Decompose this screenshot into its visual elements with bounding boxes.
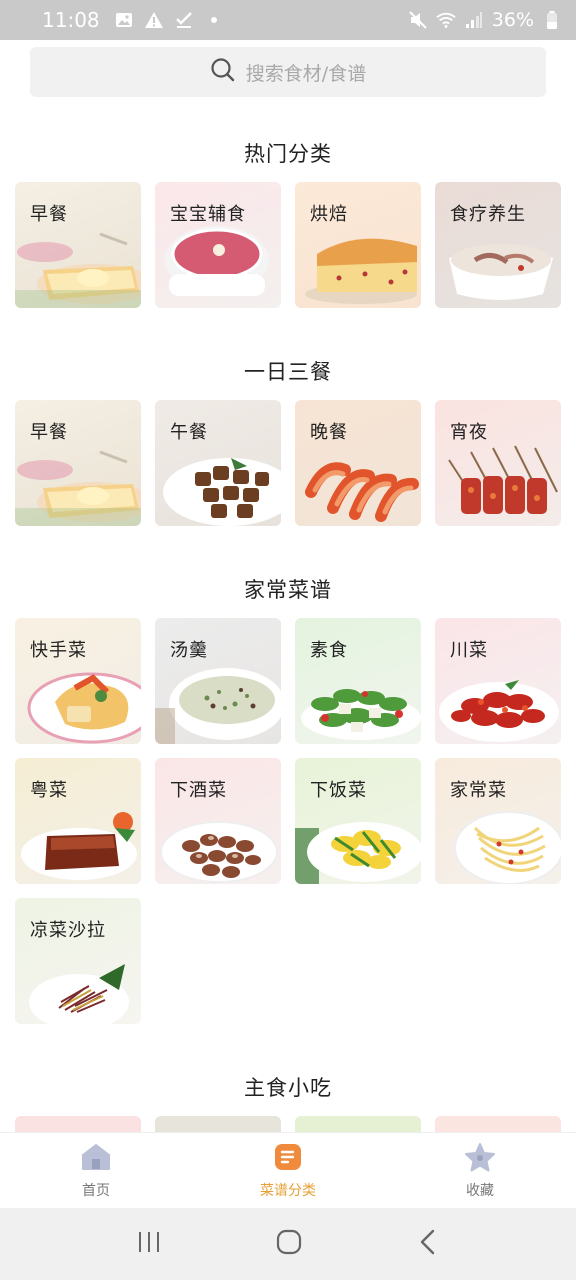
category-label: 下酒菜: [170, 780, 227, 801]
category-label: 粤菜: [30, 780, 68, 801]
search-icon: [210, 57, 236, 88]
section-title-three-meals: 一日三餐: [244, 360, 332, 384]
category-label: 午餐: [170, 422, 208, 443]
nav-favorites-label: 收藏: [466, 1182, 494, 1199]
search-placeholder: 搜索食材/食谱: [245, 62, 367, 85]
back-button[interactable]: [416, 1228, 440, 1260]
gallery-icon: [114, 10, 134, 30]
nav-recipes-label: 菜谱分类: [260, 1182, 316, 1199]
section-title-home-recipes: 家常菜谱: [244, 578, 332, 602]
category-tile-sichuan[interactable]: 川菜: [435, 618, 561, 744]
warning-icon: [144, 10, 164, 30]
home-button[interactable]: [275, 1228, 303, 1260]
category-tile-quick-dish[interactable]: 快手菜: [15, 618, 141, 744]
nav-recipes[interactable]: 菜谱分类: [192, 1133, 384, 1208]
battery-icon: [542, 10, 562, 30]
recent-apps-button[interactable]: [136, 1229, 162, 1259]
category-tile-vegetarian[interactable]: 素食: [295, 618, 421, 744]
category-label: 下饭菜: [310, 780, 367, 801]
nav-home-label: 首页: [82, 1182, 110, 1199]
category-tile-meal-breakfast[interactable]: 早餐: [15, 400, 141, 526]
category-label: 晚餐: [310, 422, 348, 443]
nav-favorites[interactable]: 收藏: [384, 1133, 576, 1208]
category-label: 川菜: [450, 640, 488, 661]
category-label: 烘焙: [310, 204, 348, 225]
bottom-nav: 首页 菜谱分类 收藏: [0, 1132, 576, 1208]
nav-home[interactable]: 首页: [0, 1133, 192, 1208]
wifi-icon: [436, 10, 456, 30]
category-label: 家常菜: [450, 780, 507, 801]
section-title-staple-snacks: 主食小吃: [244, 1076, 332, 1100]
category-tile-partial[interactable]: [15, 1116, 141, 1132]
category-tile-baby-food[interactable]: 宝宝辅食: [155, 182, 281, 308]
category-tile-cold-salad[interactable]: 凉菜沙拉: [15, 898, 141, 1024]
category-tile-breakfast[interactable]: 早餐: [15, 182, 141, 308]
category-tile-dinner[interactable]: 晚餐: [295, 400, 421, 526]
category-label: 素食: [310, 640, 348, 661]
signal-icon: [464, 10, 484, 30]
category-label: 宵夜: [450, 422, 488, 443]
category-tile-partial[interactable]: [295, 1116, 421, 1132]
category-tile-therapeutic[interactable]: 食疗养生: [435, 182, 561, 308]
download-done-icon: [174, 10, 194, 30]
home-icon: [81, 1142, 111, 1176]
star-icon: [464, 1142, 496, 1176]
system-nav-bar: [0, 1208, 576, 1280]
category-label: 宝宝辅食: [170, 204, 246, 225]
category-list[interactable]: 热门分类 早餐 宝宝辅食 烘焙 食疗养生 一日三餐 早餐 午餐 晚餐 宵夜 家常…: [0, 100, 576, 1132]
category-tile-partial[interactable]: [435, 1116, 561, 1132]
search-input[interactable]: 搜索食材/食谱: [30, 47, 546, 97]
section-title-hot: 热门分类: [244, 142, 332, 166]
category-tile-cantonese[interactable]: 粤菜: [15, 758, 141, 884]
category-tile-rice-dish[interactable]: 下饭菜: [295, 758, 421, 884]
category-tile-bar-snacks[interactable]: 下酒菜: [155, 758, 281, 884]
notification-dot-icon: [204, 10, 224, 30]
category-label: 早餐: [30, 422, 68, 443]
recipe-book-icon: [273, 1142, 303, 1176]
status-time: 11:08: [42, 8, 100, 32]
category-label: 早餐: [30, 204, 68, 225]
category-tile-soup[interactable]: 汤羹: [155, 618, 281, 744]
battery-percent: 36%: [491, 9, 534, 31]
category-tile-partial[interactable]: [155, 1116, 281, 1132]
status-bar: 11:08 36%: [0, 0, 576, 40]
category-tile-late-night[interactable]: 宵夜: [435, 400, 561, 526]
mute-icon: [408, 10, 428, 30]
category-label: 凉菜沙拉: [30, 920, 106, 941]
category-tile-baking[interactable]: 烘焙: [295, 182, 421, 308]
category-label: 汤羹: [170, 640, 208, 661]
category-label: 快手菜: [30, 640, 87, 661]
category-tile-lunch[interactable]: 午餐: [155, 400, 281, 526]
category-tile-home-style[interactable]: 家常菜: [435, 758, 561, 884]
category-label: 食疗养生: [450, 204, 526, 225]
